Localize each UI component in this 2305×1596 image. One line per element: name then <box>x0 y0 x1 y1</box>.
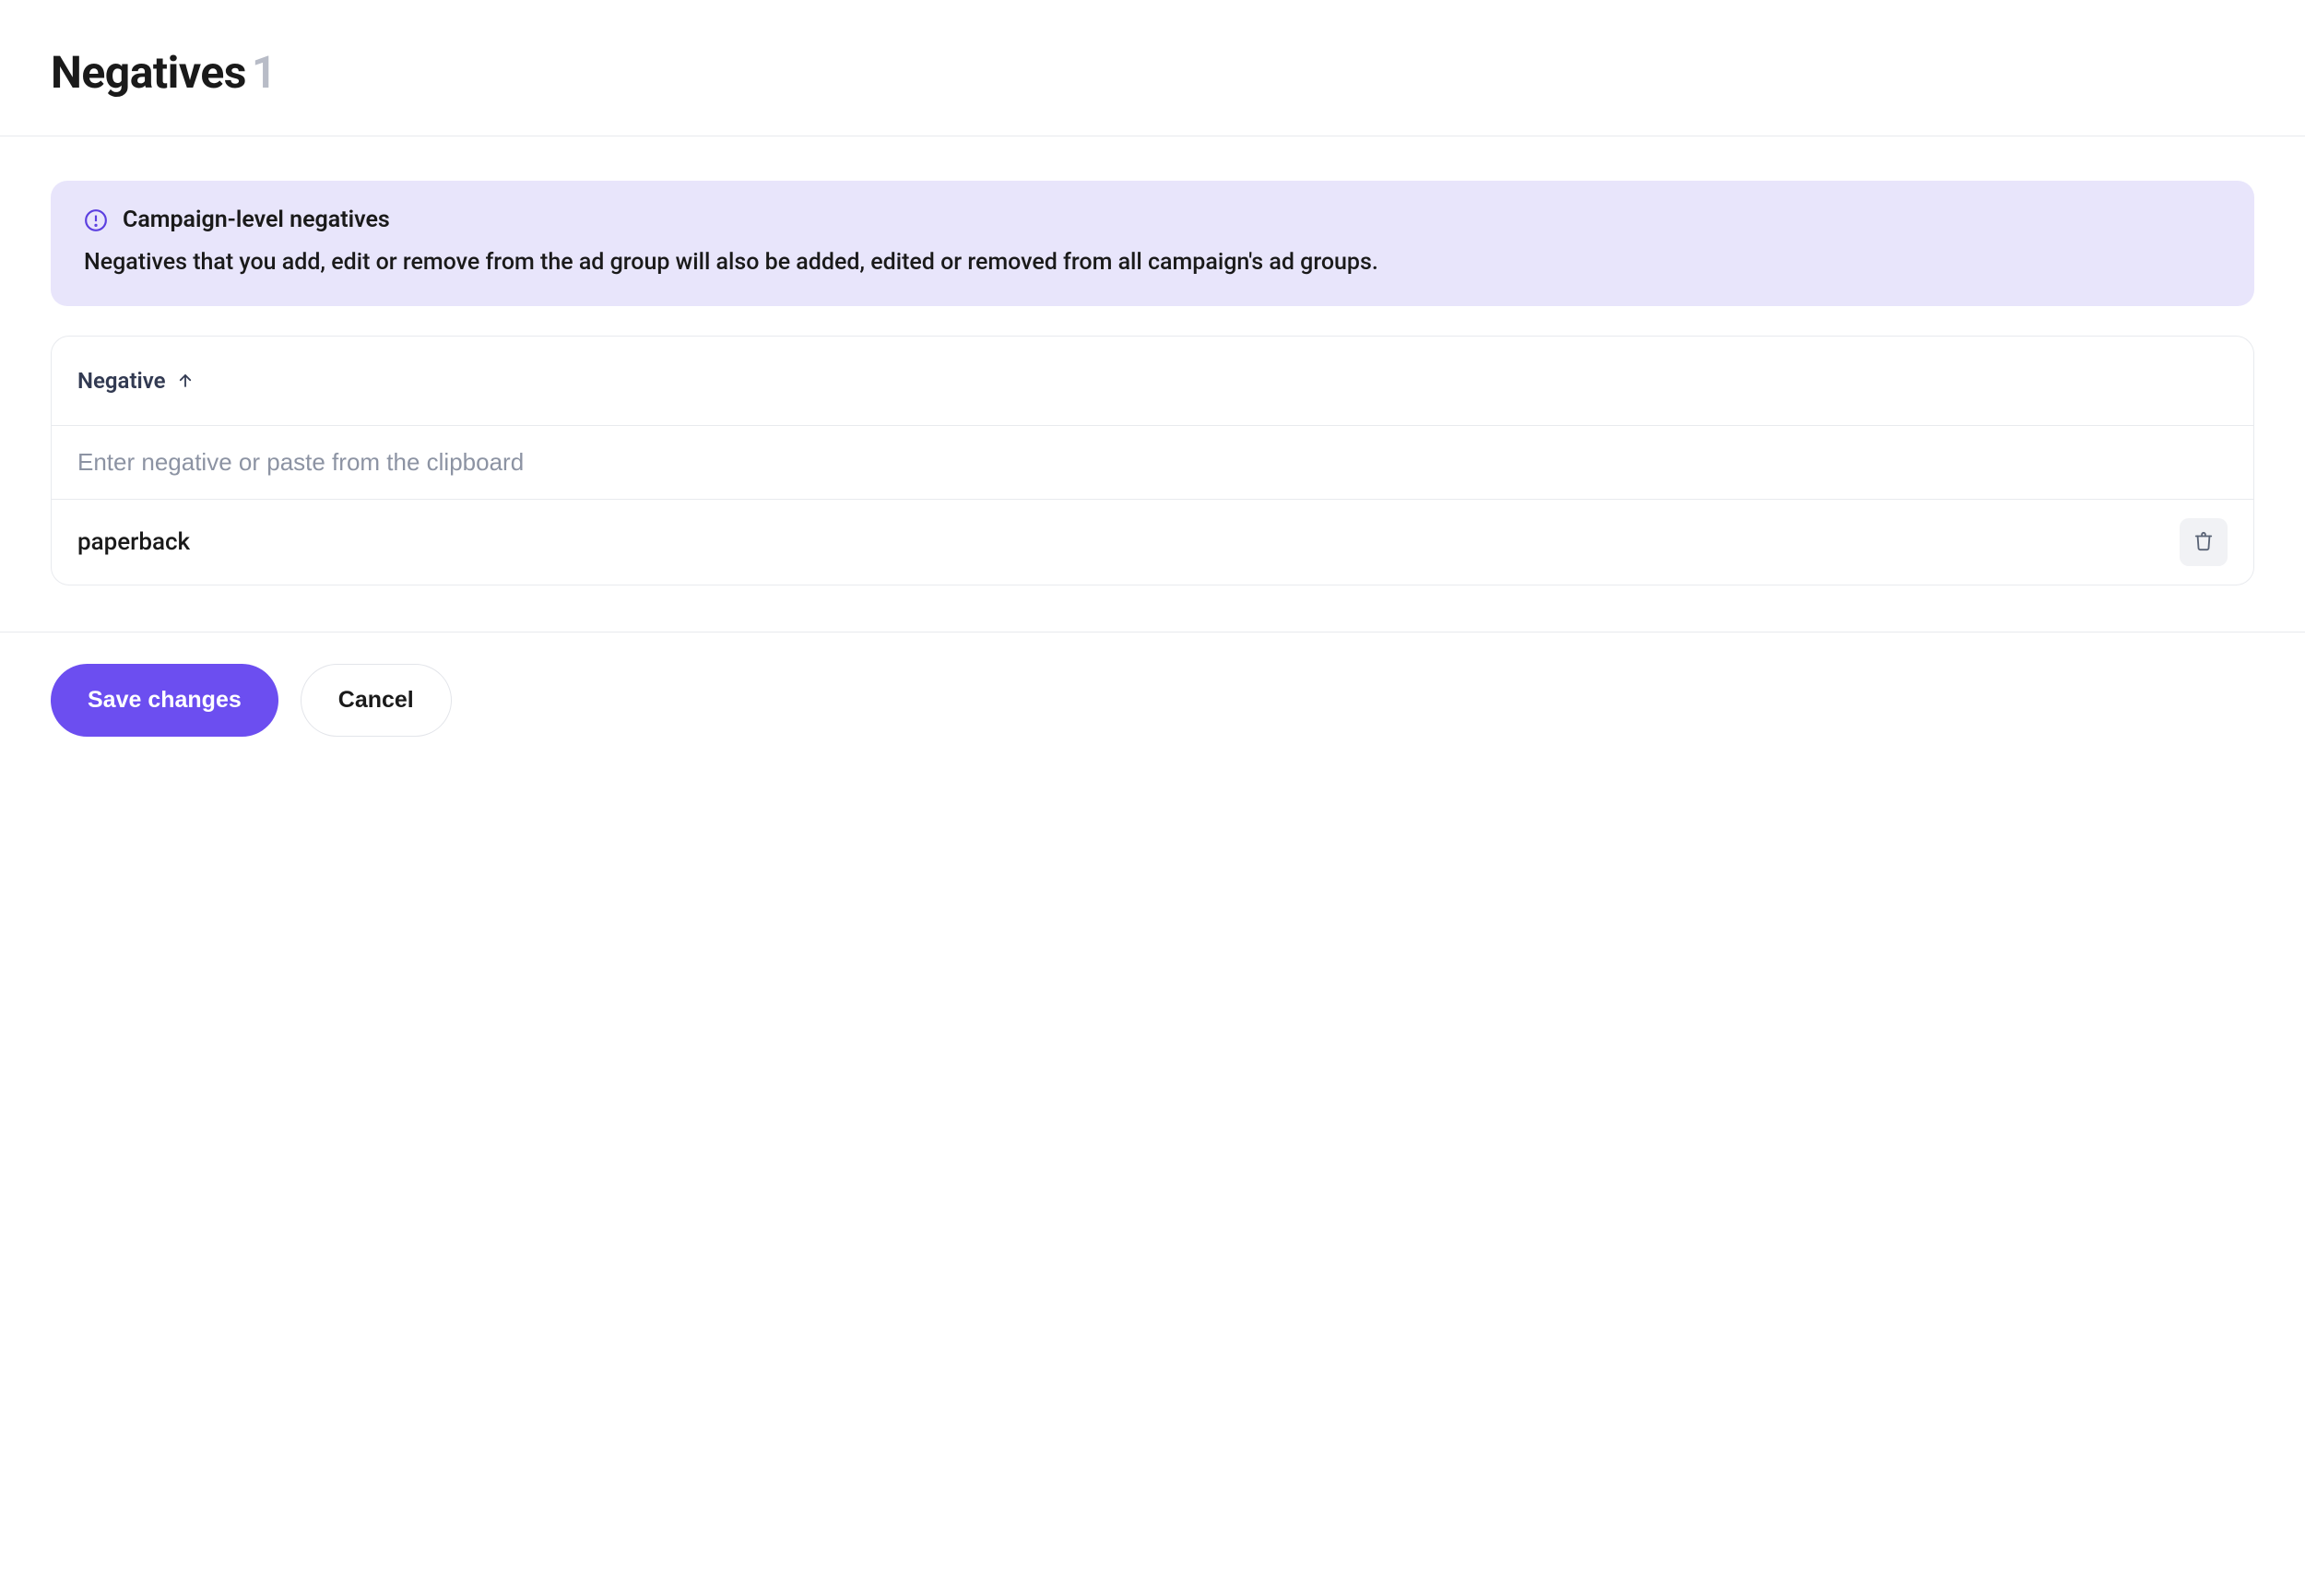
cancel-button[interactable]: Cancel <box>301 664 452 737</box>
arrow-up-icon <box>177 372 194 389</box>
table-header[interactable]: Negative <box>52 337 2253 425</box>
info-body: Negatives that you add, edit or remove f… <box>84 246 2221 278</box>
column-negative-label: Negative <box>77 368 166 394</box>
table-row: paperback <box>52 500 2253 585</box>
trash-icon <box>2193 531 2214 554</box>
input-row <box>52 426 2253 499</box>
footer-actions: Save changes Cancel <box>0 632 2305 768</box>
page-title-text: Negatives <box>51 46 246 99</box>
negative-value: paperback <box>77 528 190 556</box>
negative-input[interactable] <box>77 448 2228 477</box>
negatives-count: 1 <box>252 46 277 99</box>
page-title: Negatives1 <box>51 46 2254 136</box>
negatives-table: Negative paperback <box>51 336 2254 585</box>
delete-button[interactable] <box>2180 518 2228 566</box>
info-title: Campaign-level negatives <box>123 207 390 233</box>
alert-circle-icon <box>84 208 108 232</box>
save-button[interactable]: Save changes <box>51 664 278 737</box>
info-banner: Campaign-level negatives Negatives that … <box>51 181 2254 306</box>
